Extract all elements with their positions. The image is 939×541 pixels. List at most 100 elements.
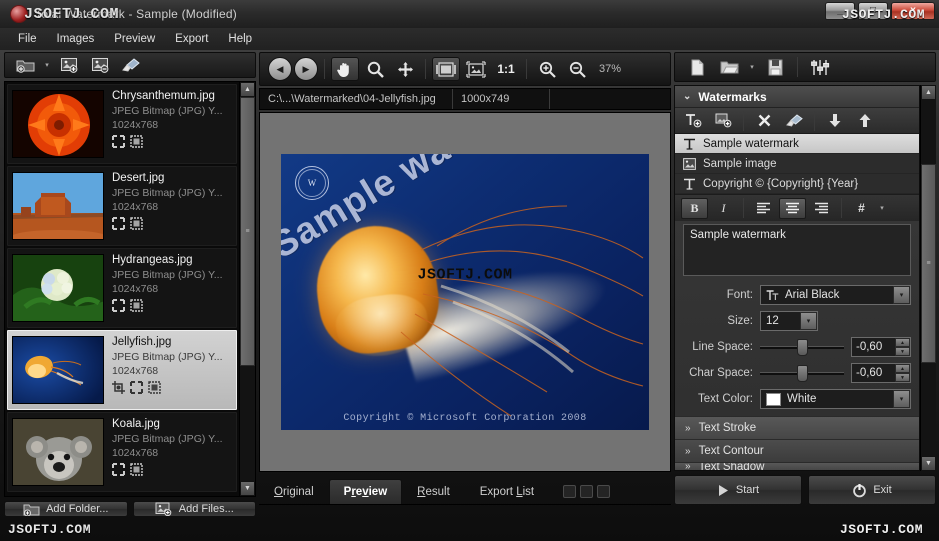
tab-preview[interactable]: Preview bbox=[328, 479, 403, 504]
slider-knob[interactable] bbox=[796, 338, 808, 356]
add-image-icon[interactable] bbox=[55, 53, 83, 77]
file-name: Desert.jpg bbox=[112, 172, 165, 184]
page-dot[interactable] bbox=[580, 485, 594, 498]
watermark-item[interactable]: Sample image bbox=[675, 154, 919, 174]
watermark-item[interactable]: Copyright © {Copyright} {Year} bbox=[675, 174, 919, 194]
move-down-icon[interactable] bbox=[821, 109, 849, 133]
settings-scrollbar[interactable]: ▲ ≡ ▼ bbox=[920, 85, 936, 471]
chevron-down-icon[interactable]: ▾ bbox=[42, 61, 52, 69]
scroll-thumb[interactable]: ≡ bbox=[921, 164, 936, 364]
zoom-in-icon[interactable] bbox=[533, 57, 561, 81]
list-item[interactable]: Chrysanthemum.jpg JPEG Bitmap (JPG) Y...… bbox=[7, 84, 237, 164]
open-preset-icon[interactable] bbox=[715, 55, 743, 79]
slider-knob[interactable] bbox=[796, 364, 808, 382]
text-color-select[interactable]: White ▾ bbox=[760, 389, 911, 409]
scroll-track[interactable]: ≡ bbox=[921, 100, 936, 456]
chevron-down-icon[interactable]: ▾ bbox=[747, 63, 757, 71]
file-badges bbox=[112, 217, 222, 230]
move-icon[interactable] bbox=[391, 57, 419, 81]
spin-down-icon[interactable]: ▼ bbox=[895, 347, 910, 356]
bold-button[interactable]: B bbox=[681, 197, 708, 219]
spinner-arrows[interactable]: ▲ ▼ bbox=[895, 338, 910, 356]
close-button[interactable]: x bbox=[891, 2, 935, 20]
tab-result[interactable]: Result bbox=[402, 479, 465, 504]
list-item[interactable]: Koala.jpg JPEG Bitmap (JPG) Y... 1024x76… bbox=[7, 412, 237, 492]
spin-up-icon[interactable]: ▲ bbox=[895, 338, 910, 347]
line-space-slider[interactable] bbox=[760, 338, 844, 356]
delete-watermark-icon[interactable] bbox=[750, 109, 778, 133]
list-item[interactable]: Hydrangeas.jpg JPEG Bitmap (JPG) Y... 10… bbox=[7, 248, 237, 328]
hand-icon[interactable] bbox=[331, 57, 359, 81]
next-image-button[interactable]: ▶ bbox=[294, 57, 318, 81]
scroll-thumb[interactable]: ≡ bbox=[240, 97, 255, 366]
menu-export[interactable]: Export bbox=[165, 30, 218, 48]
scroll-down-icon[interactable]: ▼ bbox=[240, 481, 255, 496]
new-preset-icon[interactable] bbox=[683, 55, 711, 79]
text-contour-section[interactable]: » Text Contour bbox=[675, 439, 919, 462]
settings-sliders-icon[interactable] bbox=[806, 55, 834, 79]
maximize-button[interactable]: □ bbox=[858, 2, 888, 20]
file-list-scrollbar[interactable]: ▲ ≡ ▼ bbox=[239, 82, 255, 496]
chevron-down-icon[interactable]: ▾ bbox=[893, 286, 910, 304]
chevron-down-icon[interactable]: ▾ bbox=[877, 204, 887, 212]
clear-list-icon[interactable] bbox=[117, 53, 145, 77]
scroll-up-icon[interactable]: ▲ bbox=[921, 85, 936, 100]
add-folder-icon[interactable] bbox=[11, 53, 39, 77]
italic-button[interactable]: I bbox=[710, 198, 737, 219]
scroll-up-icon[interactable]: ▲ bbox=[240, 82, 255, 97]
text-shadow-section[interactable]: » Text Shadow bbox=[675, 462, 919, 470]
menu-images[interactable]: Images bbox=[47, 30, 105, 48]
main-body: ▾ Chrysanthemum.jpg JPEG Bitmap (JPG) Y.… bbox=[0, 50, 939, 517]
prev-image-button[interactable]: ◀ bbox=[268, 57, 292, 81]
line-space-spinner[interactable]: -0,60 ▲ ▼ bbox=[851, 337, 911, 357]
add-text-watermark-icon[interactable] bbox=[679, 109, 707, 133]
align-center-icon[interactable] bbox=[779, 197, 806, 219]
menu-preview[interactable]: Preview bbox=[104, 30, 165, 48]
spinner-arrows[interactable]: ▲ ▼ bbox=[895, 364, 910, 382]
char-space-slider[interactable] bbox=[760, 364, 844, 382]
remove-image-icon[interactable] bbox=[86, 53, 114, 77]
scroll-down-icon[interactable]: ▼ bbox=[921, 456, 936, 471]
spin-up-icon[interactable]: ▲ bbox=[895, 364, 910, 373]
fit-image-icon[interactable] bbox=[462, 57, 490, 81]
scroll-track[interactable]: ≡ bbox=[240, 97, 255, 481]
list-item[interactable]: Desert.jpg JPEG Bitmap (JPG) Y... 1024x7… bbox=[7, 166, 237, 246]
size-select[interactable]: 12 ▾ bbox=[760, 311, 818, 331]
save-preset-icon[interactable] bbox=[761, 55, 789, 79]
menu-help[interactable]: Help bbox=[218, 30, 262, 48]
page-dot[interactable] bbox=[563, 485, 577, 498]
watermark-item-selected[interactable]: Sample watermark bbox=[675, 134, 919, 154]
preview-toolbar: ◀ ▶ 1:1 37% bbox=[259, 52, 671, 86]
minimize-button[interactable]: _ bbox=[825, 2, 855, 20]
move-up-icon[interactable] bbox=[851, 109, 879, 133]
watermark-text-input[interactable] bbox=[683, 224, 911, 276]
font-select[interactable]: Arial Black ▾ bbox=[760, 285, 911, 305]
magnifier-icon[interactable] bbox=[361, 57, 389, 81]
zoom-out-icon[interactable] bbox=[563, 57, 591, 81]
chevron-down-icon[interactable]: ▾ bbox=[893, 390, 910, 408]
preview-canvas[interactable]: W Sample watermark Copyright © Microsoft… bbox=[259, 112, 671, 472]
toolbar-separator bbox=[743, 110, 744, 131]
page-dot[interactable] bbox=[597, 485, 611, 498]
tab-original[interactable]: Original bbox=[259, 479, 329, 504]
frame-icon bbox=[148, 381, 161, 394]
clear-watermarks-icon[interactable] bbox=[780, 109, 808, 133]
add-folder-button[interactable]: Add Folder... bbox=[4, 501, 128, 517]
chevron-down-icon[interactable]: ▾ bbox=[800, 312, 817, 330]
list-item-selected[interactable]: Jellyfish.jpg JPEG Bitmap (JPG) Y... 102… bbox=[7, 330, 237, 410]
fit-window-icon[interactable] bbox=[432, 57, 460, 81]
menu-file[interactable]: File bbox=[8, 30, 47, 48]
add-files-button[interactable]: Add Files... bbox=[132, 501, 256, 517]
align-left-icon[interactable] bbox=[750, 198, 777, 219]
text-stroke-section[interactable]: » Text Stroke bbox=[675, 416, 919, 439]
insert-variable-button[interactable]: # bbox=[848, 198, 875, 219]
exit-button[interactable]: Exit bbox=[808, 475, 936, 505]
add-image-watermark-icon[interactable] bbox=[709, 109, 737, 133]
spin-down-icon[interactable]: ▼ bbox=[895, 373, 910, 382]
actual-size-button[interactable]: 1:1 bbox=[492, 57, 520, 81]
tab-export-list[interactable]: Export List bbox=[465, 479, 549, 504]
align-right-icon[interactable] bbox=[808, 198, 835, 219]
start-button[interactable]: Start bbox=[674, 475, 802, 505]
char-space-spinner[interactable]: -0,60 ▲ ▼ bbox=[851, 363, 911, 383]
watermarks-section-header[interactable]: ⌄ Watermarks bbox=[675, 86, 919, 108]
